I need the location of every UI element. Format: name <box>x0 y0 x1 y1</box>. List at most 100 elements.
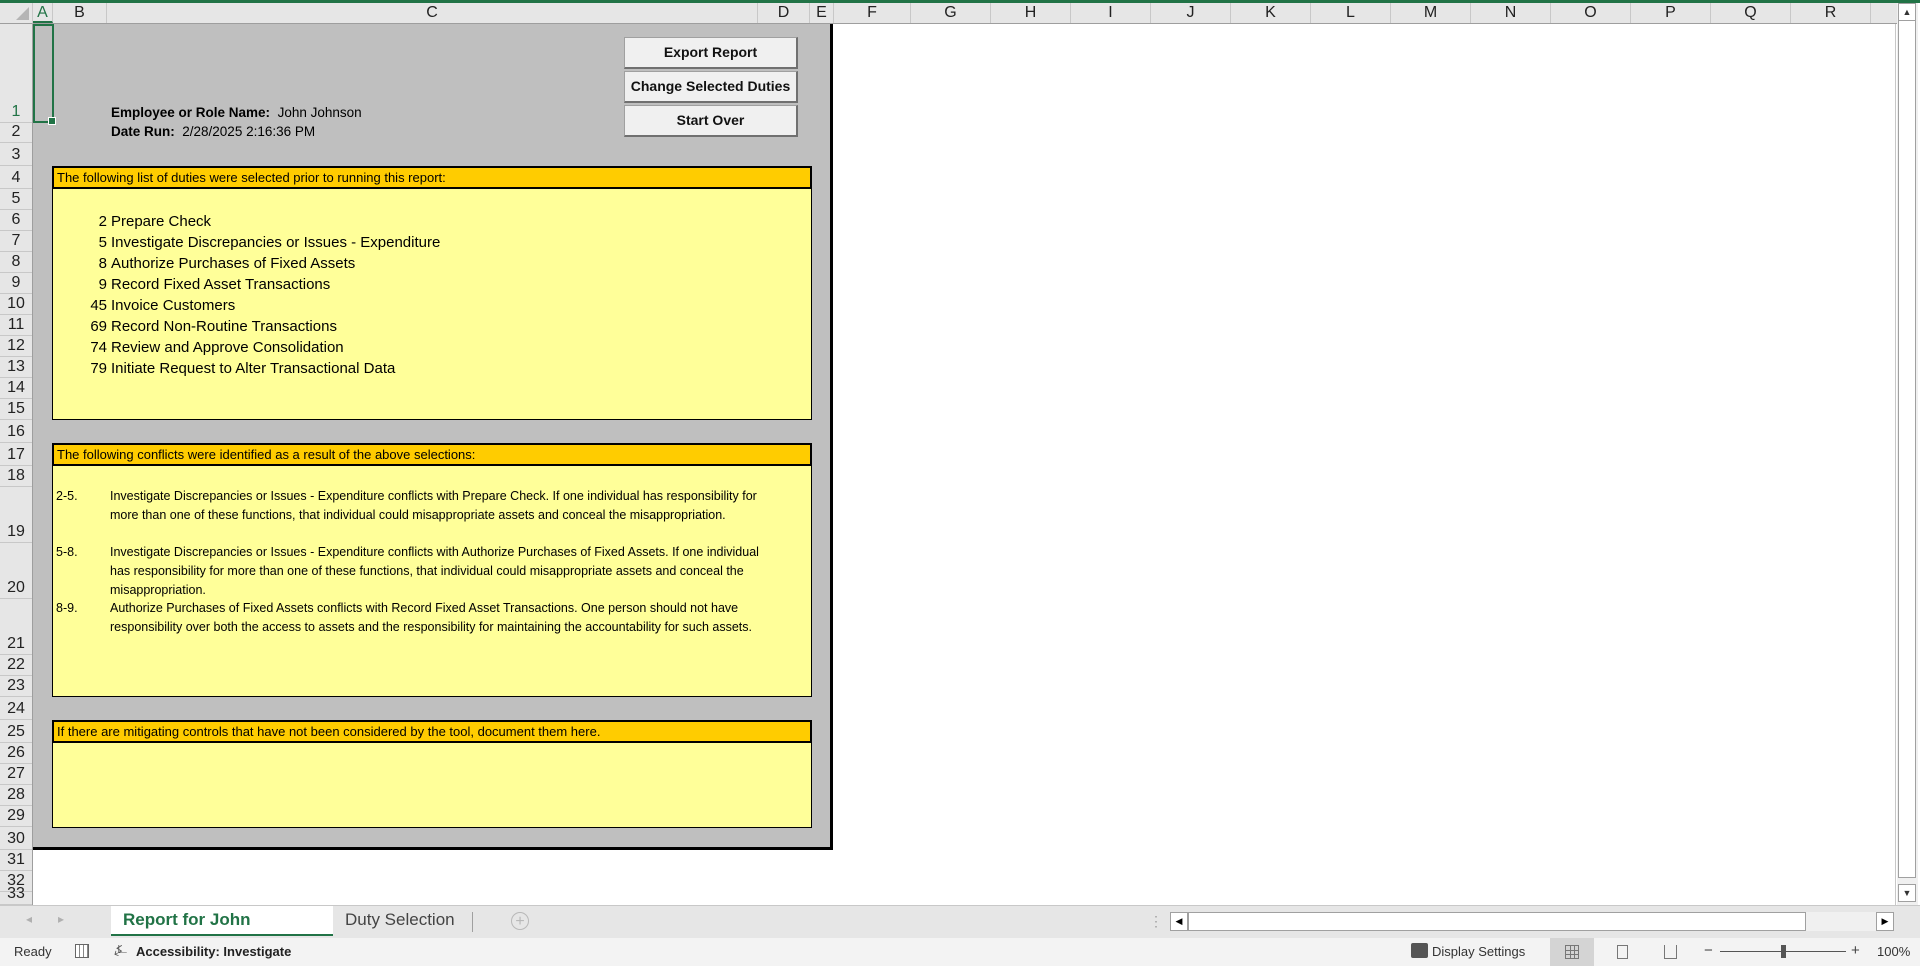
row-header-4[interactable]: 4 <box>0 166 32 189</box>
duty-label: Investigate Discrepancies or Issues - Ex… <box>111 234 441 251</box>
start-over-button[interactable]: Start Over <box>624 105 798 137</box>
column-header-c[interactable]: C <box>107 3 758 23</box>
column-header-j[interactable]: J <box>1151 3 1231 23</box>
employee-value: John Johnson <box>277 105 362 120</box>
row-header-15[interactable]: 15 <box>0 399 32 420</box>
row-header-33[interactable]: 33 <box>0 885 32 905</box>
scroll-down-arrow-icon[interactable]: ▼ <box>1898 884 1916 902</box>
sheet-right-edge <box>1895 24 1896 905</box>
tab-scroll-right-icon[interactable]: ▸ <box>58 912 64 926</box>
row-header-1[interactable]: 1 <box>0 24 32 123</box>
row-header-5[interactable]: 5 <box>0 189 32 210</box>
horizontal-scroll-thumb[interactable] <box>1188 912 1806 931</box>
row-header-3[interactable]: 3 <box>0 143 32 166</box>
select-all-corner[interactable] <box>0 3 33 24</box>
display-settings-button[interactable]: Display Settings <box>1432 944 1525 959</box>
zoom-out-icon[interactable]: − <box>1704 942 1713 959</box>
column-header-l[interactable]: L <box>1311 3 1391 23</box>
row-header-29[interactable]: 29 <box>0 806 32 827</box>
scroll-left-arrow-icon[interactable]: ◀ <box>1170 912 1188 931</box>
column-header-m[interactable]: M <box>1391 3 1471 23</box>
column-header-d[interactable]: D <box>758 3 810 23</box>
row-header-24[interactable]: 24 <box>0 697 32 720</box>
column-header-i[interactable]: I <box>1071 3 1151 23</box>
row-header-23[interactable]: 23 <box>0 676 32 697</box>
row-header-30[interactable]: 30 <box>0 827 32 850</box>
add-sheet-icon[interactable]: + <box>511 912 529 930</box>
column-header-f[interactable]: F <box>834 3 911 23</box>
duty-number: 9 <box>98 276 107 293</box>
row-header-27[interactable]: 27 <box>0 764 32 785</box>
duty-item: 8 Authorize Purchases of Fixed Assets <box>53 253 356 274</box>
column-header-n[interactable]: N <box>1471 3 1551 23</box>
column-header-q[interactable]: Q <box>1711 3 1791 23</box>
scroll-up-arrow-icon[interactable]: ▲ <box>1898 3 1916 21</box>
vertical-scroll-thumb[interactable] <box>1898 20 1916 878</box>
column-header-h[interactable]: H <box>991 3 1071 23</box>
page-layout-view-button[interactable] <box>1600 938 1644 966</box>
row-header-6[interactable]: 6 <box>0 210 32 231</box>
row-header-28[interactable]: 28 <box>0 785 32 806</box>
column-header-e[interactable]: E <box>810 3 834 23</box>
duty-number: 5 <box>98 234 107 251</box>
tab-report-for-john-johnson[interactable]: Report for John Johnson <box>111 906 333 957</box>
page-break-icon <box>1663 945 1677 959</box>
mitigating-controls-input[interactable] <box>52 743 812 828</box>
row-header-25[interactable]: 25 <box>0 720 32 743</box>
date-run-label: Date Run: <box>111 124 175 139</box>
page-break-preview-button[interactable] <box>1648 938 1692 966</box>
zoom-in-icon[interactable]: + <box>1851 942 1860 959</box>
conflict-text: Investigate Discrepancies or Issues - Ex… <box>110 545 759 597</box>
tab-scroll-left-icon[interactable]: ◂ <box>26 912 32 926</box>
row-header-20[interactable]: 20 <box>0 543 32 599</box>
column-header-g[interactable]: G <box>911 3 991 23</box>
duty-item: 74 Review and Approve Consolidation <box>53 337 343 358</box>
change-selected-duties-button[interactable]: Change Selected Duties <box>624 71 798 103</box>
export-report-button[interactable]: Export Report <box>624 37 798 69</box>
row-header-22[interactable]: 22 <box>0 655 32 676</box>
zoom-slider[interactable] <box>1720 945 1846 958</box>
row-header-10[interactable]: 10 <box>0 294 32 315</box>
row-header-9[interactable]: 9 <box>0 273 32 294</box>
mitigating-section-header: If there are mitigating controls that ha… <box>52 720 812 743</box>
row-header-12[interactable]: 12 <box>0 336 32 357</box>
row-header-26[interactable]: 26 <box>0 743 32 764</box>
conflict-text: Investigate Discrepancies or Issues - Ex… <box>110 489 757 522</box>
duty-item: 79 Initiate Request to Alter Transactiona… <box>53 358 395 379</box>
splitter-handle-icon[interactable]: ⋮ <box>1149 913 1163 930</box>
column-header-p[interactable]: P <box>1631 3 1711 23</box>
normal-view-button[interactable] <box>1550 938 1594 966</box>
accessibility-status[interactable]: Accessibility: Investigate <box>136 944 291 959</box>
column-header-r[interactable]: R <box>1791 3 1871 23</box>
duty-number: 79 <box>90 360 107 377</box>
row-header-16[interactable]: 16 <box>0 420 32 443</box>
column-header-o[interactable]: O <box>1551 3 1631 23</box>
row-header-17[interactable]: 17 <box>0 443 32 466</box>
row-header-8[interactable]: 8 <box>0 252 32 273</box>
row-header-31[interactable]: 31 <box>0 850 32 871</box>
vertical-scrollbar[interactable]: ▲ ▼ <box>1897 3 1918 905</box>
selected-cell-a1[interactable] <box>33 24 56 125</box>
conflicts-list: 2-5. Investigate Discrepancies or Issues … <box>52 466 812 697</box>
duty-label: Record Non-Routine Transactions <box>111 318 337 335</box>
column-header-b[interactable]: B <box>53 3 107 23</box>
duty-number: 69 <box>90 318 107 335</box>
row-header-13[interactable]: 13 <box>0 357 32 378</box>
column-header-a[interactable]: A <box>33 3 53 23</box>
row-header-7[interactable]: 7 <box>0 231 32 252</box>
row-header-18[interactable]: 18 <box>0 466 32 487</box>
zoom-slider-thumb[interactable] <box>1781 945 1786 958</box>
row-header-21[interactable]: 21 <box>0 599 32 655</box>
row-header-19[interactable]: 19 <box>0 487 32 543</box>
accessibility-icon: ⍼ <box>114 942 128 959</box>
duty-label: Prepare Check <box>111 213 212 230</box>
zoom-level[interactable]: 100% <box>1877 944 1910 959</box>
macro-record-icon[interactable] <box>75 944 89 958</box>
tab-duty-selection[interactable]: Duty Selection <box>333 906 473 936</box>
row-header-2[interactable]: 2 <box>0 123 32 143</box>
row-header-14[interactable]: 14 <box>0 378 32 399</box>
column-header-k[interactable]: K <box>1231 3 1311 23</box>
horizontal-scrollbar[interactable]: ◀ ▶ <box>1170 912 1894 931</box>
row-header-11[interactable]: 11 <box>0 315 32 336</box>
scroll-right-arrow-icon[interactable]: ▶ <box>1876 912 1894 931</box>
